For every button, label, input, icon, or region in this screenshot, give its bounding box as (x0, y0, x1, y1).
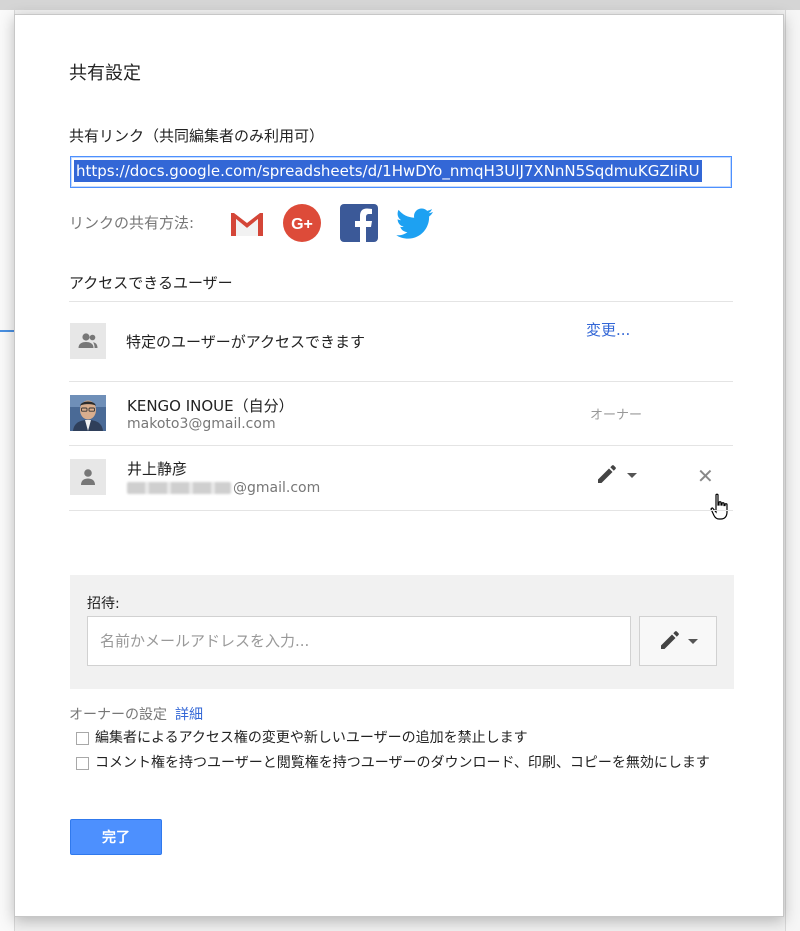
divider (69, 445, 733, 446)
chevron-down-icon (688, 638, 698, 644)
disable-download-label[interactable]: コメント権を持つユーザーと閲覧権を持つユーザーのダウンロード、印刷、コピーを無効… (69, 753, 735, 773)
gmail-icon[interactable] (227, 203, 267, 243)
person-icon (70, 459, 106, 495)
twitter-icon[interactable] (395, 203, 435, 243)
details-link[interactable]: 詳細 (175, 707, 203, 723)
share-link-field[interactable]: https://docs.google.com/spreadsheets/d/1… (70, 156, 732, 188)
dialog-title: 共有設定 (69, 63, 141, 84)
share-link-text[interactable]: https://docs.google.com/spreadsheets/d/1… (74, 160, 702, 182)
invite-permission-button[interactable] (639, 616, 717, 666)
share-via-label: リンクの共有方法: (69, 214, 195, 232)
share-settings-dialog: 共有設定 共有リンク（共同編集者のみ利用可） https://docs.goog… (14, 14, 784, 917)
pencil-icon (661, 631, 679, 649)
pencil-icon (598, 465, 616, 483)
background-row-header (0, 10, 15, 931)
hand-cursor-icon (710, 493, 728, 520)
redacted-email (127, 482, 231, 494)
done-button[interactable]: 完了 (70, 819, 162, 855)
divider (69, 301, 733, 302)
access-section-label: アクセスできるユーザー (69, 274, 233, 292)
divider (69, 381, 733, 382)
user-email-domain: @gmail.com (233, 480, 321, 496)
owner-role-label: オーナー (590, 408, 643, 423)
chevron-down-icon (627, 472, 637, 478)
prevent-editor-changes-label[interactable]: 編集者によるアクセス権の変更や新しいユーザーの追加を禁止します (95, 728, 725, 748)
edit-permission-dropdown[interactable] (595, 464, 637, 486)
invite-panel: 招待: (70, 575, 734, 689)
avatar (70, 395, 106, 431)
people-icon (70, 323, 106, 359)
invite-label: 招待: (87, 596, 120, 612)
background-right-edge (785, 10, 800, 931)
owner-settings-label: オーナーの設定 (69, 707, 167, 723)
background-toolbar (0, 0, 800, 10)
user-name: 井上静彦 (127, 460, 188, 478)
svg-text:G+: G+ (291, 216, 313, 233)
background-selection-line (0, 330, 14, 332)
prevent-editor-changes-checkbox[interactable] (76, 732, 89, 745)
remove-user-button[interactable]: ✕ (697, 466, 714, 486)
invite-input[interactable] (87, 616, 631, 666)
access-setting-text: 特定のユーザーがアクセスできます (126, 333, 365, 351)
google-plus-icon[interactable]: G+ (282, 203, 322, 243)
user-name: KENGO INOUE（自分） (127, 397, 294, 415)
share-link-label: 共有リンク（共同編集者のみ利用可） (69, 127, 325, 145)
change-access-link[interactable]: 変更... (586, 319, 630, 340)
facebook-icon[interactable] (339, 203, 379, 243)
user-email: makoto3@gmail.com (127, 416, 276, 432)
owner-settings: オーナーの設定 詳細 (69, 704, 203, 724)
divider (69, 510, 733, 511)
